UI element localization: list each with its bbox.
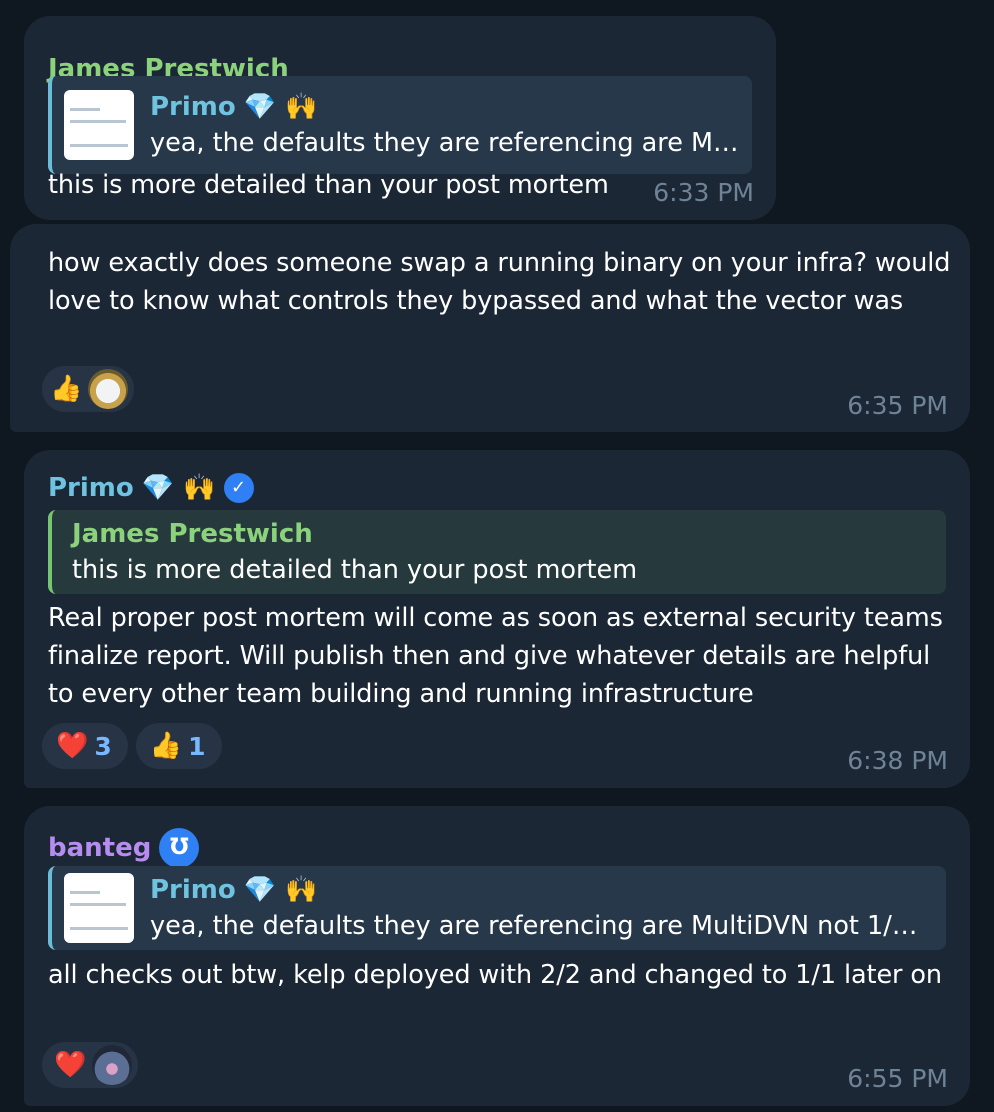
sender-name[interactable]: banteg Ʊ	[48, 828, 200, 868]
gem-hands-emoji-icon: 💎 🙌	[141, 473, 216, 503]
reaction-thumbs-up[interactable]: 👍 1	[135, 723, 222, 769]
verified-check-icon: ✓	[223, 473, 254, 503]
reply-text: yea, the defaults they are referencing a…	[150, 128, 739, 158]
thumbs-up-icon: 👍	[50, 374, 83, 404]
chat-history[interactable]: James Prestwich Primo 💎 🙌 yea, the defau…	[0, 0, 994, 1112]
reaction-heart[interactable]: ❤️ 3	[42, 723, 128, 769]
reaction-heart[interactable]: ❤️	[42, 1042, 139, 1088]
message-bubble[interactable]: James Prestwich Primo 💎 🙌 yea, the defau…	[24, 16, 776, 220]
sender-name[interactable]: Primo 💎 🙌 ✓	[48, 472, 254, 504]
message-time: 6:35 PM	[847, 391, 948, 420]
message-text: this is more detailed than your post mor…	[48, 170, 609, 200]
message-text: how exactly does someone swap a running …	[48, 248, 951, 316]
reply-author: Primo 💎 🙌	[150, 92, 318, 122]
reply-thumbnail	[64, 873, 134, 943]
banteg-badge-icon: Ʊ	[159, 828, 200, 868]
avatar-landscape-icon	[92, 1045, 133, 1085]
reaction-thumbs-up[interactable]: 👍	[42, 366, 135, 412]
message-bubble[interactable]: how exactly does someone swap a running …	[10, 224, 970, 432]
reply-thumbnail	[64, 90, 134, 160]
reaction-count: 3	[94, 731, 112, 761]
reply-author: James Prestwich	[72, 519, 313, 549]
reaction-bar: ❤️ 3 👍 1	[42, 723, 222, 769]
message-bubble[interactable]: Primo 💎 🙌 ✓ James Prestwich this is more…	[24, 450, 970, 788]
reaction-count: 1	[188, 731, 206, 761]
heart-icon: ❤️	[56, 731, 89, 761]
gem-hands-emoji-icon: 💎 🙌	[243, 875, 318, 905]
thumbs-up-icon: 👍	[149, 731, 183, 761]
gem-hands-emoji-icon: 💎 🙌	[243, 92, 318, 122]
message-time: 6:38 PM	[847, 746, 948, 775]
reply-preview[interactable]: James Prestwich this is more detailed th…	[48, 510, 946, 594]
message-text: all checks out btw, kelp deployed with 2…	[48, 960, 942, 990]
message-bubble[interactable]: banteg Ʊ Primo 💎 🙌 yea, the defaults the…	[24, 806, 970, 1106]
reply-preview[interactable]: Primo 💎 🙌 yea, the defaults they are ref…	[48, 866, 946, 950]
message-text: Real proper post mortem will come as soo…	[48, 603, 943, 709]
reply-text: this is more detailed than your post mor…	[72, 555, 638, 585]
reply-text: yea, the defaults they are referencing a…	[150, 911, 918, 941]
avatar-loki-icon	[88, 369, 129, 409]
reply-author: Primo 💎 🙌	[150, 875, 318, 905]
message-time: 6:33 PM	[653, 178, 754, 207]
reaction-bar: 👍	[42, 366, 135, 412]
reply-preview[interactable]: Primo 💎 🙌 yea, the defaults they are ref…	[48, 76, 752, 174]
reaction-bar: ❤️	[42, 1042, 139, 1088]
message-time: 6:55 PM	[847, 1064, 948, 1093]
heart-icon: ❤️	[54, 1050, 87, 1080]
